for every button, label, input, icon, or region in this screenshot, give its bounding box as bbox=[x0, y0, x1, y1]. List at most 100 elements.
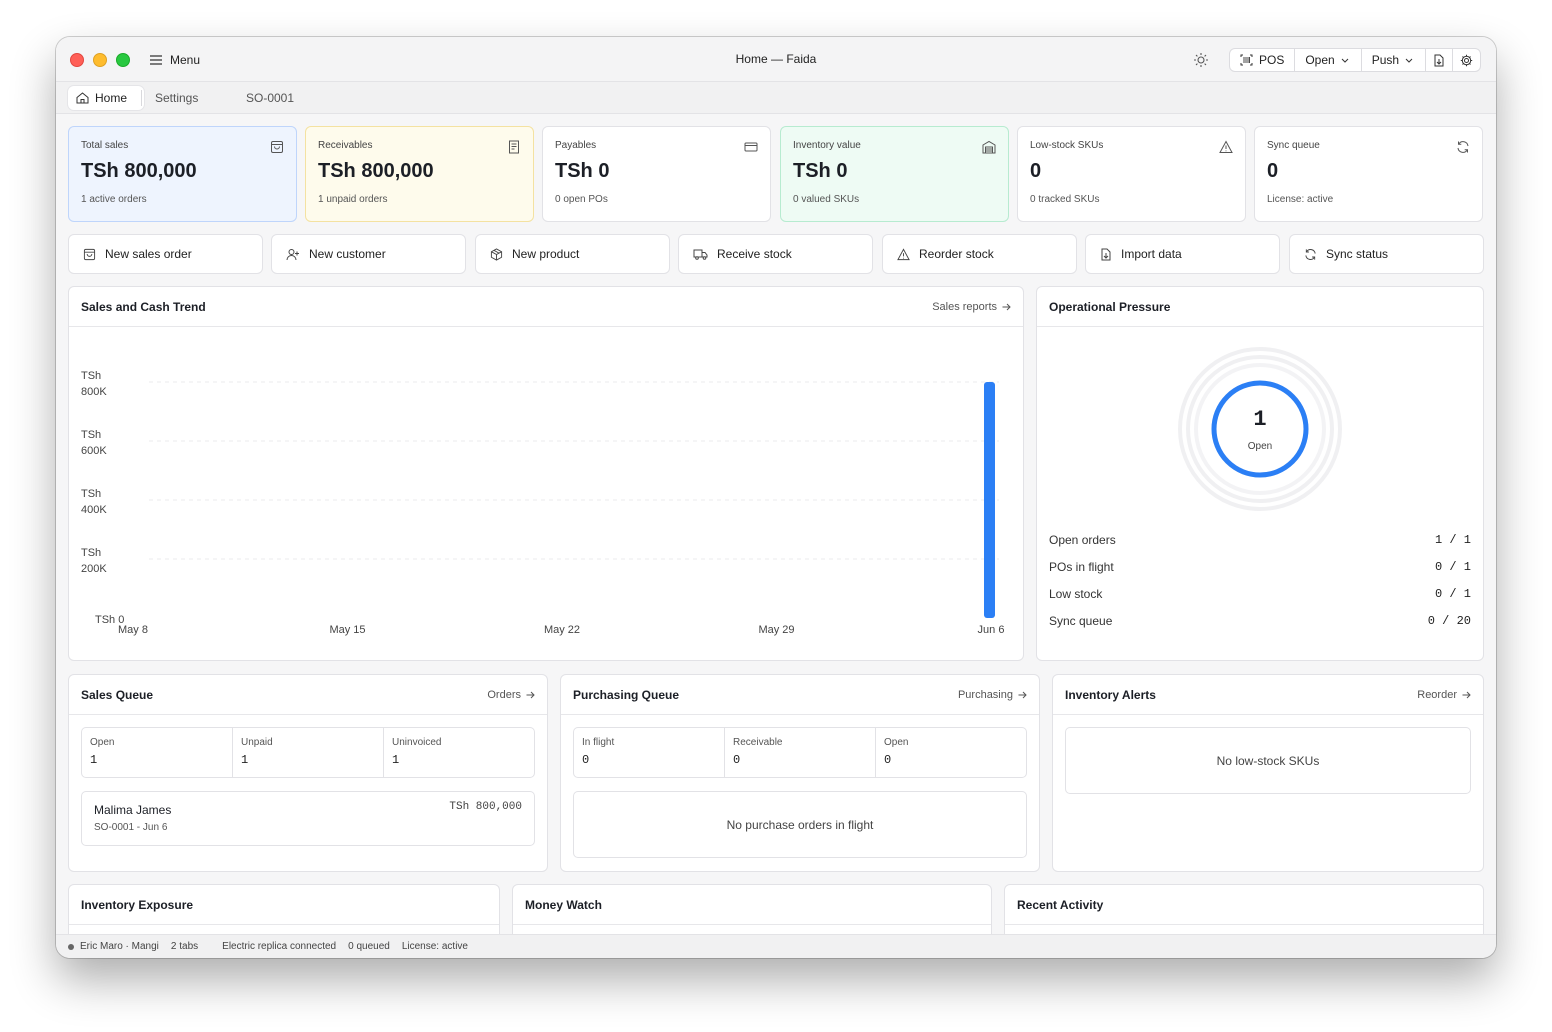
pressure-value: 0 / 1 bbox=[1434, 560, 1471, 574]
reorder-stock-button[interactable]: Reorder stock bbox=[882, 234, 1077, 274]
status-tabs: 2 tabs bbox=[170, 941, 199, 952]
refresh-icon bbox=[1457, 141, 1469, 153]
link-label: Orders bbox=[487, 688, 521, 701]
purchasing-link[interactable]: Purchasing bbox=[958, 689, 1027, 701]
cell-value: 0 bbox=[884, 753, 892, 767]
status-user: Eric Maro · Mangi bbox=[80, 941, 159, 952]
ring-label: Open bbox=[1247, 441, 1273, 452]
status-queued: 0 queued bbox=[348, 941, 390, 952]
cell-label: Open bbox=[90, 737, 115, 748]
purchasing-empty-state: No purchase orders in flight bbox=[573, 791, 1027, 858]
truck-icon bbox=[693, 249, 708, 260]
stat-label: Receivables bbox=[318, 140, 373, 151]
customer-name: Malima James bbox=[94, 803, 172, 817]
stat-value: TSh 800,000 bbox=[318, 160, 434, 182]
stat-card-receivables[interactable]: Receivables TSh 800,000 1 unpaid orders bbox=[305, 126, 534, 222]
settings-button[interactable] bbox=[1453, 49, 1480, 71]
theme-toggle-sun-icon[interactable] bbox=[1192, 51, 1210, 69]
tab-home[interactable]: Home bbox=[68, 86, 144, 110]
link-label: Purchasing bbox=[957, 688, 1013, 701]
order-meta: SO-0001 - Jun 6 bbox=[94, 822, 168, 833]
cell-value: 0 bbox=[582, 753, 590, 767]
new-product-button[interactable]: New product bbox=[475, 234, 670, 274]
file-download-icon bbox=[1434, 54, 1444, 66]
bar-jun-6[interactable] bbox=[984, 382, 995, 618]
ring-value: 1 bbox=[1253, 407, 1267, 432]
push-dropdown[interactable]: Push bbox=[1362, 49, 1427, 71]
queue-cell-unpaid[interactable]: Unpaid 1 bbox=[233, 728, 384, 777]
chevron-down-icon bbox=[1341, 58, 1349, 63]
home-icon bbox=[76, 92, 89, 104]
tab-label: SO-0001 bbox=[246, 91, 295, 105]
sales-reports-link[interactable]: Sales reports bbox=[932, 301, 1011, 313]
action-label: New product bbox=[512, 247, 580, 261]
orders-link[interactable]: Orders bbox=[487, 689, 535, 701]
receive-stock-button[interactable]: Receive stock bbox=[678, 234, 873, 274]
pressure-label: Open orders bbox=[1049, 533, 1116, 547]
panel-header: Purchasing Queue Purchasing bbox=[561, 675, 1039, 715]
panel-header: Operational Pressure bbox=[1037, 287, 1483, 327]
stat-card-inventory-value[interactable]: Inventory value TSh 0 0 valued SKUs bbox=[780, 126, 1009, 222]
sales-order-row[interactable]: Malima James SO-0001 - Jun 6 TSh 800,000 bbox=[81, 791, 535, 846]
file-import-icon bbox=[1101, 248, 1111, 260]
tab-so-0001[interactable]: SO-0001 bbox=[238, 86, 302, 110]
pos-button[interactable]: POS bbox=[1230, 49, 1296, 71]
queue-cell-uninvoiced[interactable]: Uninvoiced 1 bbox=[384, 728, 534, 777]
panel-title: Inventory Exposure bbox=[81, 897, 194, 912]
stat-subtext: License: active bbox=[1267, 194, 1334, 205]
purchasing-queue-summary: In flight 0 Receivable 0 Open 0 bbox=[573, 727, 1027, 778]
link-label: Sales reports bbox=[932, 300, 997, 313]
new-customer-button[interactable]: New customer bbox=[271, 234, 466, 274]
cell-label: Open bbox=[884, 737, 909, 748]
y-tick-label: TSh 800K bbox=[81, 370, 107, 398]
queue-cell-in-flight[interactable]: In flight 0 bbox=[574, 728, 725, 777]
queue-cell-open[interactable]: Open 0 bbox=[876, 728, 1026, 777]
stat-subtext: 1 unpaid orders bbox=[318, 194, 388, 205]
barcode-scan-icon bbox=[1240, 54, 1253, 66]
export-button[interactable] bbox=[1426, 49, 1454, 71]
panel-title: Sales and Cash Trend bbox=[81, 299, 206, 314]
stat-card-total-sales[interactable]: Total sales TSh 800,000 1 active orders bbox=[68, 126, 297, 222]
stat-subtext: 1 active orders bbox=[81, 194, 147, 205]
reorder-link[interactable]: Reorder bbox=[1417, 689, 1471, 701]
open-label: Open bbox=[1305, 53, 1335, 67]
arrow-right-icon bbox=[1002, 303, 1011, 310]
order-amount: TSh 800,000 bbox=[449, 801, 522, 813]
stat-card-sync-queue[interactable]: Sync queue 0 License: active bbox=[1254, 126, 1483, 222]
stat-card-payables[interactable]: Payables TSh 0 0 open POs bbox=[542, 126, 771, 222]
card-icon bbox=[744, 142, 758, 152]
panel-header: Money Watch bbox=[513, 885, 991, 925]
open-dropdown[interactable]: Open bbox=[1295, 49, 1362, 71]
stat-value: 0 bbox=[1267, 160, 1279, 182]
panel-header: Inventory Exposure bbox=[69, 885, 499, 925]
pressure-row-low-stock: Low stock 0 / 1 bbox=[1049, 585, 1471, 603]
x-tick-label: May 8 bbox=[118, 624, 148, 636]
panel-title: Recent Activity bbox=[1017, 897, 1104, 912]
stat-label: Payables bbox=[555, 140, 597, 151]
y-tick-label: TSh 400K bbox=[81, 488, 107, 516]
arrow-right-icon bbox=[526, 691, 535, 698]
new-sales-order-button[interactable]: New sales order bbox=[68, 234, 263, 274]
arrow-right-icon bbox=[1018, 691, 1027, 698]
action-label: Receive stock bbox=[717, 247, 792, 261]
panel-header: Sales and Cash Trend Sales reports bbox=[69, 287, 1023, 327]
gear-icon bbox=[1460, 54, 1473, 66]
stat-subtext: 0 open POs bbox=[555, 194, 608, 205]
queue-cell-open[interactable]: Open 1 bbox=[82, 728, 233, 777]
panel-title: Purchasing Queue bbox=[573, 687, 680, 702]
panel-title: Inventory Alerts bbox=[1065, 687, 1156, 702]
queue-cell-receivable[interactable]: Receivable 0 bbox=[725, 728, 876, 777]
import-data-button[interactable]: Import data bbox=[1085, 234, 1280, 274]
sales-queue-summary: Open 1 Unpaid 1 Uninvoiced 1 bbox=[81, 727, 535, 778]
stat-card-low-stock-skus[interactable]: Low-stock SKUs 0 0 tracked SKUs bbox=[1017, 126, 1246, 222]
cell-label: Unpaid bbox=[241, 737, 273, 748]
sync-status-button[interactable]: Sync status bbox=[1289, 234, 1484, 274]
stat-label: Sync queue bbox=[1267, 140, 1320, 151]
panel-header: Inventory Alerts Reorder bbox=[1053, 675, 1483, 715]
trend-chart: TSh 800KTSh 600KTSh 400KTSh 200KTSh 0May 8 Ma… bbox=[81, 370, 1004, 636]
tab-settings[interactable]: Settings bbox=[147, 86, 206, 110]
user-plus-icon bbox=[286, 248, 299, 260]
pressure-value: 0 / 20 bbox=[1427, 614, 1471, 628]
cell-label: Receivable bbox=[733, 737, 783, 748]
inventory-alerts-empty-state: No low-stock SKUs bbox=[1065, 727, 1471, 794]
